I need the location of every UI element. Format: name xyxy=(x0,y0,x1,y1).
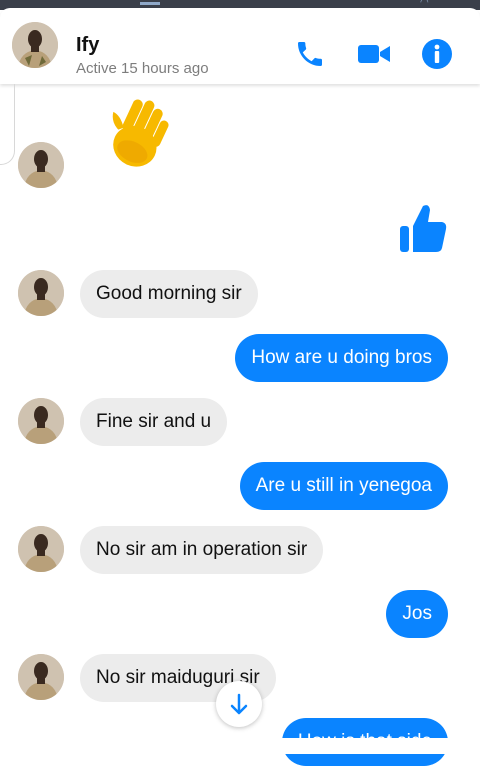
contact-avatar[interactable] xyxy=(12,22,58,68)
message-bubble-incoming[interactable]: Fine sir and u xyxy=(80,398,228,446)
message-bubble-outgoing[interactable]: How are u doing bros xyxy=(235,334,448,382)
message-avatar xyxy=(18,398,64,444)
message-bubble-outgoing[interactable]: Are u still in yenegoa xyxy=(239,462,448,510)
status-bar-graphic: ◠ xyxy=(420,0,429,8)
video-camera-icon[interactable] xyxy=(358,38,390,70)
info-icon[interactable] xyxy=(420,37,454,71)
active-status: Active 15 hours ago xyxy=(76,60,209,77)
composer-edge xyxy=(0,738,480,754)
status-bar-graphic: ▬▬ xyxy=(140,0,160,8)
chat-header: Ify Active 15 hours ago xyxy=(0,8,480,84)
waving-hand-icon[interactable] xyxy=(96,94,176,174)
message-avatar xyxy=(18,654,64,700)
contact-name: Ify xyxy=(76,34,100,56)
message-avatar xyxy=(18,142,64,188)
message-avatar xyxy=(18,270,64,316)
message-list[interactable]: Good morning sir How are u doing bros Fi… xyxy=(0,84,480,766)
like-thumb-icon[interactable] xyxy=(398,202,448,256)
scroll-to-bottom-button[interactable] xyxy=(216,681,262,727)
message-avatar xyxy=(18,526,64,572)
phone-icon[interactable] xyxy=(294,38,326,70)
message-bubble-incoming[interactable]: Good morning sir xyxy=(80,270,258,318)
message-bubble-outgoing[interactable]: Jos xyxy=(386,590,448,638)
message-bubble-incoming[interactable]: No sir am in operation sir xyxy=(80,526,324,574)
arrow-down-icon xyxy=(230,693,248,715)
